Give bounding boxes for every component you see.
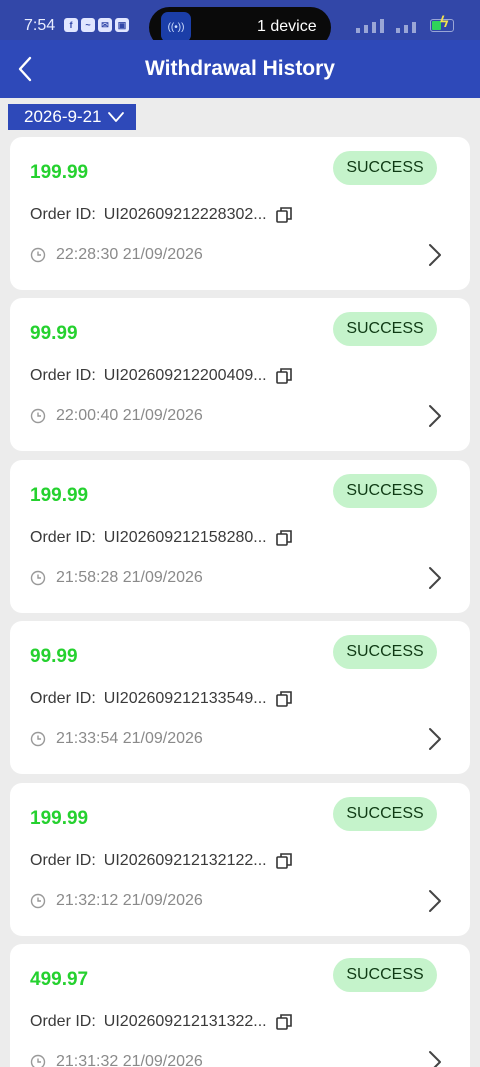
order-id-label: Order ID: (30, 690, 96, 707)
chevron-right-icon[interactable] (426, 242, 444, 268)
date-filter-value: 2026-9-21 (24, 107, 102, 126)
chevron-right-icon[interactable] (426, 888, 444, 914)
island-text: 1 device (257, 18, 317, 35)
order-id-value: UI202609212132122... (103, 852, 267, 869)
order-id-value: UI202609212158280... (103, 529, 267, 546)
chevron-right-icon[interactable] (426, 726, 444, 752)
broadcast-icon: ((•)) (161, 12, 191, 42)
order-id-row: Order ID: UI202609212200409... (30, 367, 293, 385)
app-icon: ▣ (115, 18, 129, 32)
order-id-label: Order ID: (30, 206, 96, 223)
withdrawal-card[interactable]: 499.97 SUCCESS Order ID: UI2026092121313… (10, 944, 470, 1067)
status-badge: SUCCESS (333, 635, 437, 669)
clock-icon (30, 1054, 46, 1067)
datetime-row: 22:28:30 21/09/2026 (30, 246, 203, 264)
withdrawal-card[interactable]: 199.99 SUCCESS Order ID: UI2026092121582… (10, 460, 470, 613)
withdrawal-datetime: 22:28:30 21/09/2026 (56, 246, 203, 263)
charging-icon: ϟ (440, 14, 449, 31)
datetime-row: 21:31:32 21/09/2026 (30, 1053, 203, 1067)
order-id-row: Order ID: UI202609212158280... (30, 529, 293, 547)
status-badge: SUCCESS (333, 312, 437, 346)
withdrawal-amount: 99.99 (30, 646, 78, 667)
chevron-right-icon[interactable] (426, 403, 444, 429)
order-id-row: Order ID: UI202609212131322... (30, 1013, 293, 1031)
withdrawal-datetime: 21:31:32 21/09/2026 (56, 1053, 203, 1067)
order-id-value: UI202609212131322... (103, 1013, 267, 1030)
datetime-row: 21:32:12 21/09/2026 (30, 892, 203, 910)
copy-icon[interactable] (275, 529, 293, 547)
signal-icon (356, 19, 416, 33)
page-title: Withdrawal History (144, 57, 335, 80)
order-id-value: UI202609212200409... (103, 367, 267, 384)
order-id-label: Order ID: (30, 529, 96, 546)
clock-icon (30, 247, 46, 263)
withdrawal-datetime: 21:58:28 21/09/2026 (56, 569, 203, 586)
order-id-label: Order ID: (30, 1013, 96, 1030)
copy-icon[interactable] (275, 206, 293, 224)
status-badge: SUCCESS (333, 151, 437, 185)
order-id-value: UI202609212228302... (103, 206, 267, 223)
status-badge: SUCCESS (333, 474, 437, 508)
date-filter-dropdown[interactable]: 2026-9-21 (8, 104, 136, 130)
withdrawal-amount: 199.99 (30, 808, 89, 829)
datetime-row: 22:00:40 21/09/2026 (30, 407, 203, 425)
status-time: 7:54 (24, 17, 56, 34)
facebook-icon: f (64, 18, 78, 32)
app-header: Withdrawal History (0, 40, 480, 98)
order-id-row: Order ID: UI202609212132122... (30, 852, 293, 870)
messenger-icon: ~ (81, 18, 95, 32)
chevron-right-icon[interactable] (426, 565, 444, 591)
order-id-label: Order ID: (30, 367, 96, 384)
order-id-row: Order ID: UI202609212133549... (30, 690, 293, 708)
copy-icon[interactable] (275, 1013, 293, 1031)
clock-icon (30, 893, 46, 909)
datetime-row: 21:33:54 21/09/2026 (30, 730, 203, 748)
withdrawal-card[interactable]: 99.99 SUCCESS Order ID: UI20260921213354… (10, 621, 470, 774)
withdrawal-amount: 199.99 (30, 162, 89, 183)
copy-icon[interactable] (275, 852, 293, 870)
clock-icon (30, 570, 46, 586)
withdrawal-card[interactable]: 199.99 SUCCESS Order ID: UI2026092122283… (10, 137, 470, 290)
order-id-value: UI202609212133549... (103, 690, 267, 707)
withdrawal-card[interactable]: 199.99 SUCCESS Order ID: UI2026092121321… (10, 783, 470, 936)
notification-icons: f ~ ✉ ▣ (64, 18, 129, 32)
clock-icon (30, 408, 46, 424)
clock-icon (30, 731, 46, 747)
datetime-row: 21:58:28 21/09/2026 (30, 569, 203, 587)
status-badge: SUCCESS (333, 958, 437, 992)
withdrawal-card[interactable]: 99.99 SUCCESS Order ID: UI20260921220040… (10, 298, 470, 451)
copy-icon[interactable] (275, 690, 293, 708)
order-id-row: Order ID: UI202609212228302... (30, 206, 293, 224)
copy-icon[interactable] (275, 367, 293, 385)
withdrawal-datetime: 21:32:12 21/09/2026 (56, 892, 203, 909)
mail-icon: ✉ (98, 18, 112, 32)
withdrawal-amount: 199.99 (30, 485, 89, 506)
withdrawal-amount: 99.99 (30, 323, 78, 344)
status-badge: SUCCESS (333, 797, 437, 831)
withdrawal-datetime: 22:00:40 21/09/2026 (56, 407, 203, 424)
withdrawal-datetime: 21:33:54 21/09/2026 (56, 730, 203, 747)
chevron-down-icon (107, 112, 124, 122)
order-id-label: Order ID: (30, 852, 96, 869)
chevron-right-icon[interactable] (426, 1049, 444, 1067)
withdrawal-amount: 499.97 (30, 969, 89, 990)
